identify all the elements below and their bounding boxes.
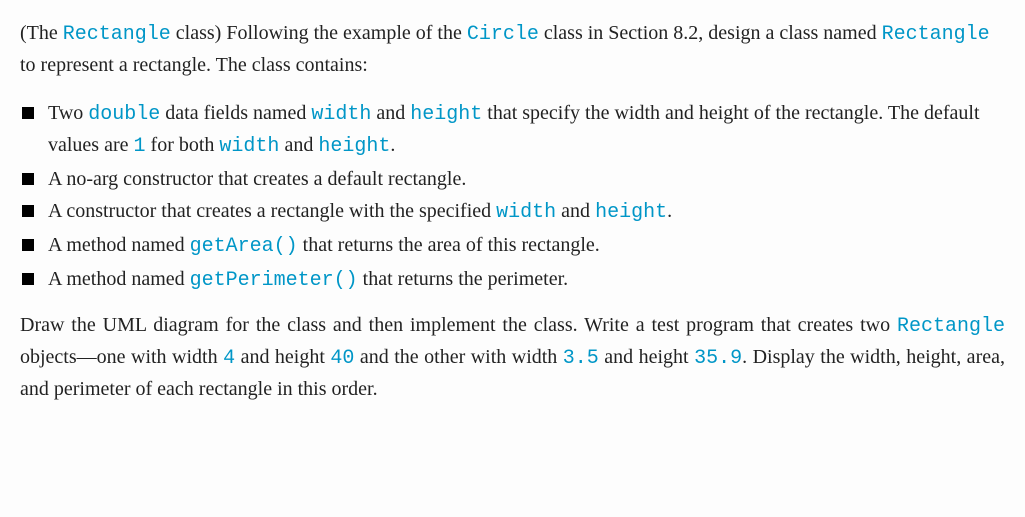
bullet-text: A method named bbox=[48, 234, 190, 256]
bullet-text: that returns the perimeter. bbox=[358, 268, 568, 290]
list-item: A constructor that creates a rectangle w… bbox=[20, 196, 1005, 228]
list-item: A no-arg constructor that creates a defa… bbox=[20, 164, 1005, 194]
intro-paragraph: (The Rectangle class) Following the exam… bbox=[20, 18, 1005, 80]
intro-text: class) Following the example of the bbox=[171, 22, 467, 44]
code-rectangle: Rectangle bbox=[897, 315, 1005, 338]
bullet-text: . bbox=[390, 134, 395, 156]
bullet-text: A method named bbox=[48, 268, 190, 290]
code-height: height bbox=[595, 201, 667, 224]
bullet-text: that returns the area of this rectangle. bbox=[298, 234, 600, 256]
bullet-text: for both bbox=[146, 134, 220, 156]
intro-text: (The bbox=[20, 22, 63, 44]
code-circle: Circle bbox=[467, 23, 539, 46]
code-height: height bbox=[410, 103, 482, 126]
intro-text: to represent a rectangle. The class cont… bbox=[20, 54, 368, 76]
list-item: A method named getArea() that returns th… bbox=[20, 230, 1005, 262]
code-number: 40 bbox=[330, 347, 354, 370]
bullet-text: . bbox=[667, 200, 672, 222]
bullet-text: Two bbox=[48, 102, 88, 124]
code-width: width bbox=[311, 103, 371, 126]
bullet-text: and bbox=[556, 200, 595, 222]
outro-paragraph: Draw the UML diagram for the class and t… bbox=[20, 310, 1005, 404]
code-width: width bbox=[219, 135, 279, 158]
outro-text: objects—one with width bbox=[20, 346, 223, 368]
intro-text: class in Section 8.2, design a class nam… bbox=[539, 22, 882, 44]
code-getperimeter: getPerimeter() bbox=[190, 269, 358, 292]
bullet-text: and bbox=[279, 134, 318, 156]
code-number: 4 bbox=[223, 347, 235, 370]
bullet-text: A constructor that creates a rectangle w… bbox=[48, 200, 496, 222]
code-rectangle: Rectangle bbox=[882, 23, 990, 46]
list-item: A method named getPerimeter() that retur… bbox=[20, 264, 1005, 296]
code-double: double bbox=[88, 103, 160, 126]
list-item: Two double data fields named width and h… bbox=[20, 98, 1005, 162]
code-width: width bbox=[496, 201, 556, 224]
code-number: 3.5 bbox=[563, 347, 599, 370]
outro-text: and height bbox=[235, 346, 330, 368]
bullet-text: data fields named bbox=[160, 102, 311, 124]
code-height: height bbox=[318, 135, 390, 158]
code-number: 35.9 bbox=[694, 347, 742, 370]
outro-text: Draw the UML diagram for the class and t… bbox=[20, 314, 897, 336]
code-one: 1 bbox=[134, 135, 146, 158]
code-rectangle: Rectangle bbox=[63, 23, 171, 46]
outro-text: and the other with width bbox=[354, 346, 562, 368]
bullet-text: and bbox=[371, 102, 410, 124]
bullet-text: A no-arg constructor that creates a defa… bbox=[48, 168, 466, 190]
requirements-list: Two double data fields named width and h… bbox=[20, 98, 1005, 296]
outro-text: and height bbox=[599, 346, 694, 368]
code-getarea: getArea() bbox=[190, 235, 298, 258]
